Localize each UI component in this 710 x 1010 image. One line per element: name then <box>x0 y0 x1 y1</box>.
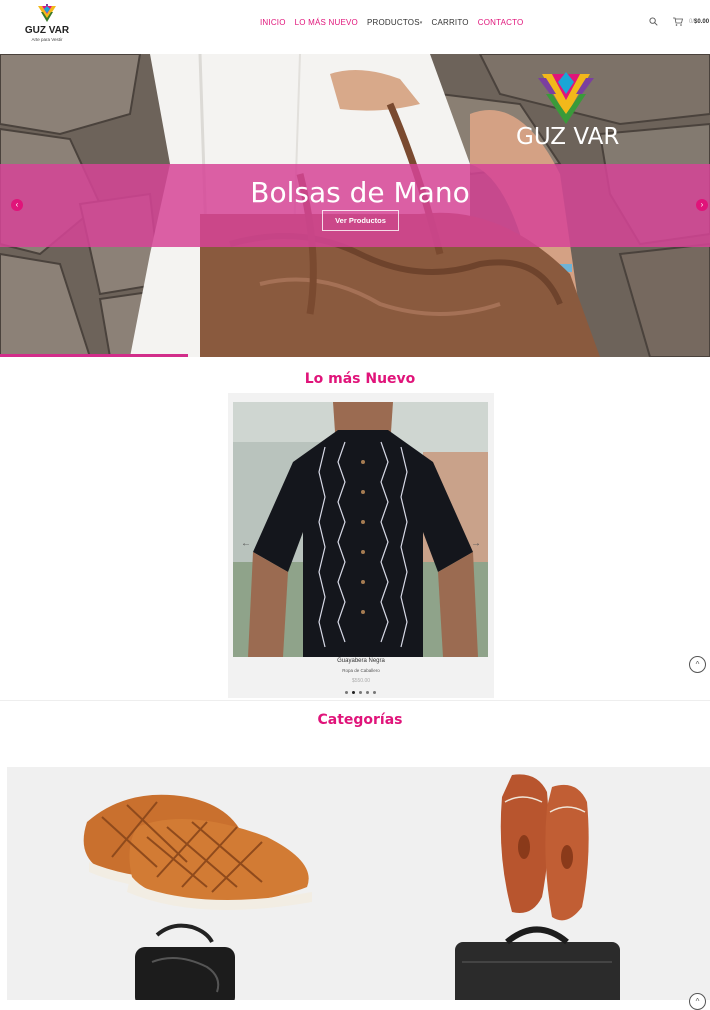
categories-images <box>83 774 620 1000</box>
arrow-up-icon: ^ <box>695 997 700 1006</box>
logo-tagline: Arte para Vestir <box>31 37 63 42</box>
carousel-dot[interactable] <box>373 691 376 694</box>
product-image[interactable] <box>233 402 488 657</box>
hero-logo: GUZ VAR <box>516 72 620 154</box>
nav-item-productos[interactable]: PRODUCTOS▾ <box>367 18 423 30</box>
product-card[interactable]: ← → Guayabera Negra Ropa de Caballero $5… <box>228 393 494 698</box>
arrow-up-icon: ^ <box>695 660 700 669</box>
product-name[interactable]: Guayabera Negra <box>228 658 494 664</box>
product-next-arrow-icon[interactable]: → <box>471 538 481 549</box>
product-category[interactable]: Ropa de Caballero <box>228 668 494 673</box>
hero-next-arrow-icon[interactable]: › <box>696 199 708 211</box>
category-mocasines-image <box>500 774 589 921</box>
cart-icon[interactable] <box>673 17 683 26</box>
nav-item-productos-label: PRODUCTOS <box>366 18 420 27</box>
product-prev-arrow-icon[interactable]: ← <box>241 538 251 549</box>
hero-title: Bolsas de Mano <box>250 176 470 209</box>
carousel-dots <box>345 691 376 694</box>
hero-logo-mark-icon <box>538 72 594 124</box>
hero-slider: Bolsas de Mano Ver Productos GUZ VAR ‹ › <box>0 54 710 357</box>
newest-section-title: Lo más Nuevo <box>304 371 416 387</box>
product-photo <box>233 402 488 657</box>
hero-prev-arrow-icon[interactable]: ‹ <box>11 199 23 211</box>
hero-logo-name: GUZ VAR <box>516 124 620 150</box>
divider <box>0 700 710 701</box>
nav-item-carrito[interactable]: CARRITO <box>431 18 468 30</box>
category-huaraches-image <box>83 794 312 910</box>
category-maletas-image <box>455 926 620 1000</box>
nav-item-contacto[interactable]: CONTACTO <box>478 18 524 30</box>
logo[interactable]: GUZ VAR Arte para Vestir <box>24 4 70 46</box>
main-nav: INICIO LO MÁS NUEVO PRODUCTOS▾ CARRITO C… <box>260 18 523 30</box>
logo-name: GUZ VAR <box>24 25 70 36</box>
chevron-down-icon: ▾ <box>419 19 423 26</box>
hero-progress-bar <box>0 354 188 357</box>
cart-summary[interactable]: 0/$0.00 <box>689 19 709 25</box>
nav-item-inicio[interactable]: INICIO <box>260 18 286 30</box>
header-actions: 0/$0.00 <box>649 17 709 26</box>
product-price: $550.00 <box>351 678 371 684</box>
categories-grid <box>7 767 710 1000</box>
category-mochilas-image <box>135 923 235 1000</box>
carousel-dot[interactable] <box>366 691 369 694</box>
cart-total: $0.00 <box>694 18 710 25</box>
logo-mark-icon <box>38 4 56 22</box>
carousel-dot[interactable] <box>345 691 348 694</box>
nav-item-lo-mas-nuevo[interactable]: LO MÁS NUEVO <box>295 18 358 30</box>
carousel-dot[interactable] <box>359 691 362 694</box>
categories-section-title: Categorías <box>317 712 403 728</box>
site-header: GUZ VAR Arte para Vestir INICIO LO MÁS N… <box>0 0 710 54</box>
scroll-top-button[interactable]: ^ <box>689 656 706 673</box>
scroll-top-button-secondary[interactable]: ^ <box>689 993 706 1010</box>
carousel-dot-active[interactable] <box>352 691 355 694</box>
ver-productos-button[interactable]: Ver Productos <box>322 210 399 231</box>
search-icon[interactable] <box>649 17 658 26</box>
